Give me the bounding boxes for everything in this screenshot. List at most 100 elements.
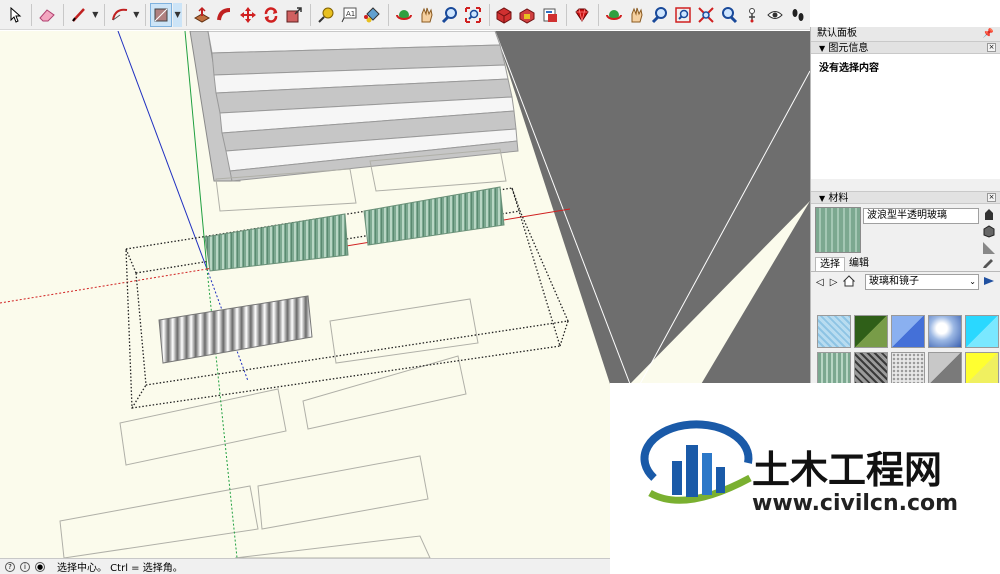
rotate-tool-icon[interactable] bbox=[260, 3, 282, 27]
line-tool-icon[interactable] bbox=[68, 3, 90, 27]
paint-bucket-tool-icon[interactable] bbox=[361, 3, 383, 27]
toolbar-separator bbox=[387, 3, 389, 26]
line-tool-dropdown-icon[interactable]: ▼ bbox=[91, 3, 100, 27]
eraser-tool-icon[interactable] bbox=[36, 3, 58, 27]
look-around-tool-icon[interactable] bbox=[764, 3, 786, 27]
blue-axis bbox=[117, 31, 208, 270]
follow-me-tool-icon[interactable] bbox=[214, 3, 236, 27]
default-material-icon[interactable] bbox=[982, 241, 996, 255]
close-icon[interactable]: × bbox=[987, 193, 996, 202]
entity-info-content: 没有选择内容 bbox=[819, 63, 879, 74]
ruby-console-tool-icon[interactable] bbox=[571, 3, 593, 27]
building-logo-icon bbox=[640, 420, 753, 504]
toolbar-separator bbox=[103, 3, 105, 26]
tray-title-text: 默认面板 bbox=[817, 28, 857, 39]
materials-preview-area: 波浪型半透明玻璃 bbox=[811, 204, 1000, 256]
select-tool-icon[interactable] bbox=[4, 3, 26, 27]
details-arrow-icon[interactable] bbox=[983, 275, 995, 290]
collapse-arrow-icon: ▼ bbox=[819, 44, 826, 53]
watermark-url: www.civilcn.com bbox=[752, 491, 958, 516]
orbit-view-icon[interactable] bbox=[603, 3, 625, 27]
material-swatch-cyan-glass[interactable] bbox=[965, 315, 999, 348]
toolbar-separator bbox=[309, 3, 311, 26]
credits-icon[interactable]: i bbox=[20, 561, 30, 572]
tab-edit[interactable]: 编辑 bbox=[845, 257, 873, 271]
materials-tabs: 选择 编辑 bbox=[811, 256, 1000, 272]
material-name-field[interactable]: 波浪型半透明玻璃 bbox=[863, 208, 979, 224]
status-text: 选择中心。 Ctrl = 选择角。 bbox=[57, 563, 183, 574]
material-swatch-sky-mirror[interactable] bbox=[928, 315, 962, 348]
pin-icon[interactable]: 📌 bbox=[983, 27, 994, 41]
tape-measure-tool-icon[interactable] bbox=[315, 3, 337, 27]
extension-warehouse-tool-icon[interactable] bbox=[516, 3, 538, 27]
zoom-tool-icon[interactable] bbox=[439, 3, 461, 27]
material-swatch-diamond-glass[interactable] bbox=[854, 352, 888, 385]
sample-paint-icon[interactable] bbox=[982, 207, 996, 221]
material-swatch-frosted-glass[interactable] bbox=[891, 352, 925, 385]
library-dropdown[interactable]: 玻璃和镜子 ⌄ bbox=[865, 274, 979, 290]
home-icon[interactable] bbox=[843, 274, 856, 290]
push-pull-tool-icon[interactable] bbox=[191, 3, 213, 27]
status-bar: ? i ● 选择中心。 Ctrl = 选择角。 bbox=[0, 558, 610, 574]
user-icon[interactable]: ● bbox=[35, 561, 45, 572]
toolbar-separator bbox=[598, 3, 600, 26]
material-swatch-wavy-glass[interactable] bbox=[817, 352, 851, 385]
create-material-icon[interactable] bbox=[982, 224, 996, 238]
3d-warehouse-tool-icon[interactable] bbox=[493, 3, 515, 27]
corrugated-panel bbox=[158, 295, 313, 364]
pencil-icon[interactable] bbox=[982, 256, 994, 271]
walk-tool-icon[interactable] bbox=[787, 3, 809, 27]
watermark: 土木工程网 www.civilcn.com bbox=[610, 383, 1000, 574]
stair-structure bbox=[189, 31, 519, 182]
svg-text:A1: A1 bbox=[346, 10, 355, 18]
pan-view-icon[interactable] bbox=[626, 3, 648, 27]
material-swatch-gray-glass[interactable] bbox=[928, 352, 962, 385]
glass-panel-right bbox=[363, 186, 505, 246]
glass-panel-left bbox=[204, 213, 349, 272]
close-icon[interactable]: × bbox=[987, 43, 996, 52]
toolbar-separator bbox=[30, 3, 32, 26]
move-tool-icon[interactable] bbox=[237, 3, 259, 27]
library-nav-row: ◁ ▷ 玻璃和镜子 ⌄ bbox=[811, 272, 1000, 292]
default-tray: 默认面板 📌 ▼ 图元信息 × 没有选择内容 ▼ 材料 × 波浪型半透明玻璃 选… bbox=[810, 27, 1000, 407]
layout-tool-icon[interactable] bbox=[539, 3, 561, 27]
toolbar-separator bbox=[186, 3, 188, 26]
zoom-extents-tool-icon[interactable] bbox=[462, 3, 484, 27]
geo-location-icon[interactable]: ? bbox=[5, 561, 15, 572]
material-swatch-dark-green-glass[interactable] bbox=[854, 315, 888, 348]
toolbar-separator bbox=[566, 3, 568, 26]
materials-header[interactable]: ▼ 材料 × bbox=[811, 191, 1000, 204]
entity-info-title: 图元信息 bbox=[828, 43, 869, 54]
position-camera-tool-icon[interactable] bbox=[741, 3, 763, 27]
main-toolbar: ▼ ▼ ▼ A1 bbox=[0, 0, 810, 30]
zoom-view-icon[interactable] bbox=[649, 3, 671, 27]
red-axis-dotted bbox=[0, 268, 208, 304]
material-swatch-blue-glass[interactable] bbox=[891, 315, 925, 348]
civilcn-logo: 土木工程网 www.civilcn.com bbox=[640, 420, 958, 516]
pan-tool-icon[interactable] bbox=[416, 3, 438, 27]
material-swatch-yellow-glass[interactable] bbox=[965, 352, 999, 385]
rectangle-tool-dropdown-icon[interactable]: ▼ bbox=[173, 2, 183, 27]
zoom-extents-view-icon[interactable] bbox=[695, 3, 717, 27]
material-swatch-blue-grid-glass[interactable] bbox=[817, 315, 851, 348]
zoom-window-icon[interactable] bbox=[672, 3, 694, 27]
entity-info-header[interactable]: ▼ 图元信息 × bbox=[811, 41, 1000, 54]
watermark-brand: 土木工程网 bbox=[752, 448, 942, 492]
arc-tool-icon[interactable] bbox=[109, 3, 131, 27]
forward-arrow-icon[interactable]: ▷ bbox=[830, 277, 838, 288]
scale-tool-icon[interactable] bbox=[283, 3, 305, 27]
tab-select[interactable]: 选择 bbox=[815, 257, 845, 271]
text-tool-icon[interactable]: A1 bbox=[338, 3, 360, 27]
rectangle-tool-icon[interactable] bbox=[149, 2, 173, 27]
toolbar-separator bbox=[144, 3, 146, 26]
entity-info-body: 没有选择内容 bbox=[811, 54, 1000, 179]
tray-title: 默认面板 📌 bbox=[811, 27, 1000, 41]
materials-title: 材料 bbox=[828, 193, 849, 204]
library-dropdown-value: 玻璃和镜子 bbox=[869, 276, 919, 287]
current-material-swatch bbox=[815, 207, 861, 253]
previous-view-icon[interactable] bbox=[718, 3, 740, 27]
back-arrow-icon[interactable]: ◁ bbox=[816, 277, 824, 288]
orbit-tool-icon[interactable] bbox=[393, 3, 415, 27]
arc-tool-dropdown-icon[interactable]: ▼ bbox=[132, 3, 141, 27]
toolbar-separator bbox=[62, 3, 64, 26]
